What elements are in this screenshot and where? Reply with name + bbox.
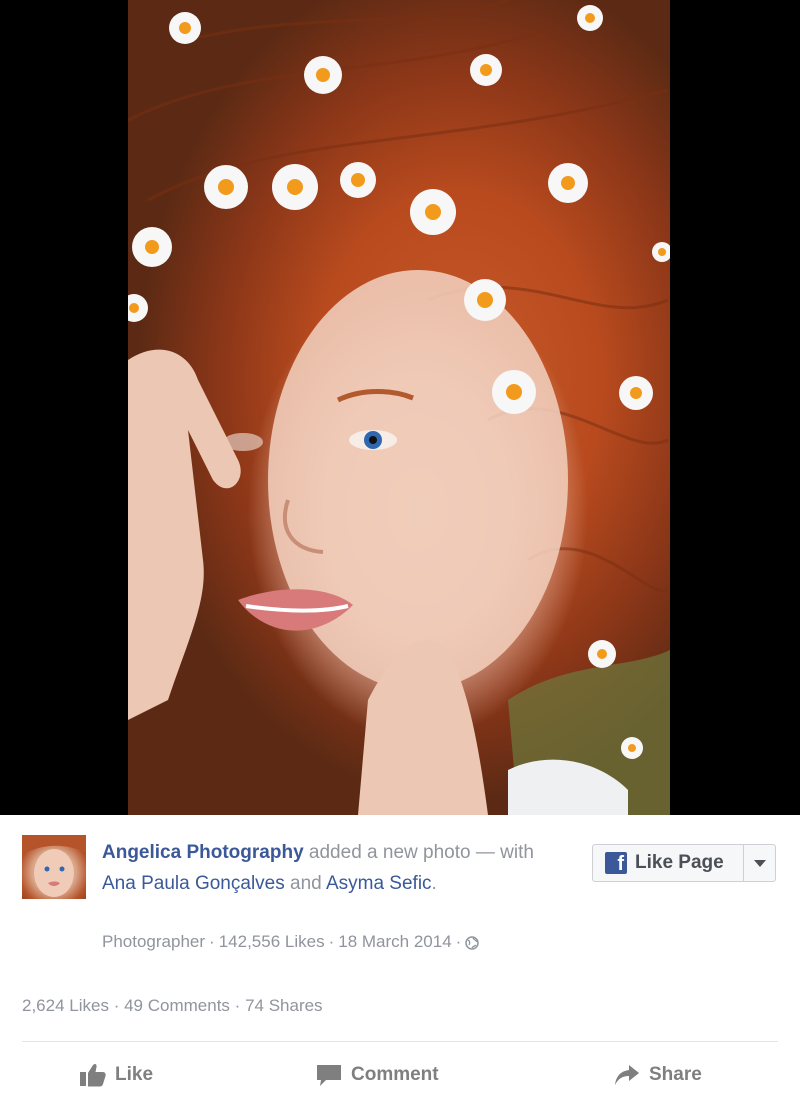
photo-frame — [0, 0, 800, 815]
meta-separator: · — [328, 932, 335, 951]
post-meta: Photographer · 142,556 Likes · 18 March … — [102, 932, 480, 952]
stats-separator: · — [234, 996, 241, 1015]
and-text: and — [290, 873, 322, 894]
post-headline: Angelica Photography added a new photo —… — [102, 837, 552, 899]
post-footer: Angelica Photography added a new photo —… — [0, 815, 800, 1105]
chevron-down-icon — [753, 859, 766, 867]
thumbs-up-icon — [80, 1063, 106, 1087]
speech-bubble-icon — [317, 1065, 341, 1086]
like-page-label: Like Page — [635, 852, 724, 873]
share-label: Share — [649, 1064, 702, 1085]
with-text: — with — [475, 842, 534, 863]
globe-icon[interactable] — [465, 935, 480, 950]
period-text: . — [431, 873, 437, 894]
page-avatar[interactable] — [22, 835, 86, 899]
action-text: added a new photo — [308, 842, 471, 863]
page-name-link[interactable]: Angelica Photography — [102, 842, 304, 863]
page-likes-count: 142,556 Likes — [218, 932, 325, 951]
meta-separator: · — [455, 932, 462, 951]
share-button[interactable]: Share — [614, 1055, 702, 1095]
page-category: Photographer — [102, 932, 206, 951]
like-page-dropdown[interactable] — [743, 845, 775, 881]
tagged-person-link-2[interactable]: Asyma Sefic — [326, 873, 432, 894]
post-actions: Like Comment Share — [0, 1055, 800, 1095]
post-photo[interactable] — [128, 0, 670, 815]
photo-illustration — [128, 0, 670, 815]
facebook-f-icon: f — [605, 852, 627, 874]
like-button[interactable]: Like — [80, 1055, 153, 1095]
post-date-link[interactable]: 18 March 2014 — [338, 932, 451, 952]
likes-count-link[interactable]: 2,624 Likes — [22, 996, 109, 1015]
share-arrow-icon — [615, 1065, 639, 1085]
stats-separator: · — [113, 996, 120, 1015]
comments-count-link[interactable]: 49 Comments — [124, 996, 230, 1015]
shares-count-link[interactable]: 74 Shares — [245, 996, 323, 1015]
comment-label: Comment — [351, 1064, 439, 1085]
like-label: Like — [115, 1064, 154, 1085]
avatar-image — [22, 835, 86, 897]
comment-button[interactable]: Comment — [316, 1055, 439, 1095]
actions-divider — [22, 1041, 778, 1042]
like-page-button-group: f Like Page — [592, 844, 776, 882]
tagged-person-link-1[interactable]: Ana Paula Gonçalves — [102, 873, 285, 894]
post-stats: 2,624 Likes · 49 Comments · 74 Shares — [22, 996, 323, 1016]
meta-separator: · — [209, 932, 215, 951]
like-page-button[interactable]: f Like Page — [593, 845, 743, 881]
